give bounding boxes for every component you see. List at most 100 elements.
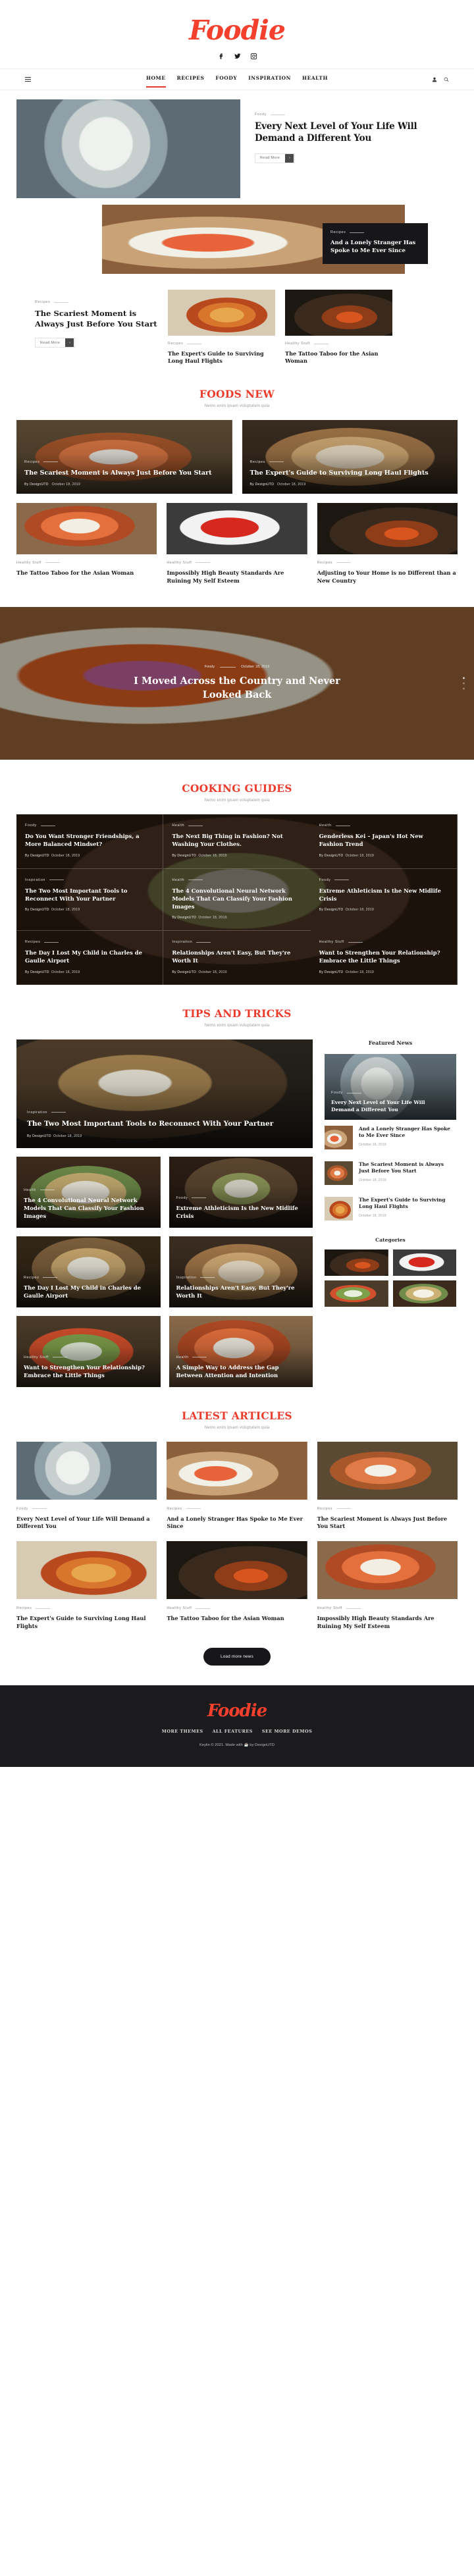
featured-secondary-category[interactable]: Recipes <box>35 300 168 304</box>
big-card-title[interactable]: The Scariest Moment is Always Just Befor… <box>24 469 224 477</box>
foods-new-card[interactable]: Recipes Adjusting to Your Home is no Dif… <box>317 502 458 585</box>
latest-card-image[interactable] <box>167 1441 307 1500</box>
sidebar-item-thumbnail[interactable] <box>325 1125 353 1149</box>
carousel-dots[interactable] <box>463 677 465 690</box>
instagram-icon[interactable] <box>250 52 258 61</box>
cell-category[interactable]: Health <box>319 824 448 828</box>
cooking-guide-cell[interactable]: Inspiration The Two Most Important Tools… <box>16 868 164 932</box>
tip-card[interactable]: Recipes The Day I Lost My Child in Charl… <box>16 1236 161 1307</box>
cell-category[interactable]: Health <box>172 824 302 828</box>
sidebar-item-title[interactable]: The Scariest Moment is Always Just Befor… <box>359 1161 456 1175</box>
featured-main-category[interactable]: Foody <box>255 113 458 117</box>
mini-card[interactable]: Recipes The Expert's Guide to Surviving … <box>168 290 275 365</box>
mini-card-title[interactable]: The Expert's Guide to Surviving Long Hau… <box>168 350 275 365</box>
category-tile[interactable] <box>325 1249 388 1276</box>
tip-card-title[interactable]: Relationships Aren't Easy, But They're W… <box>176 1284 306 1300</box>
latest-card-image[interactable] <box>317 1441 458 1500</box>
sidebar-item-title[interactable]: And a Lonely Stranger Has Spoke to Me Ev… <box>359 1126 456 1140</box>
latest-card-image[interactable] <box>16 1541 157 1600</box>
cell-category[interactable]: Inspiration <box>172 940 302 944</box>
card-image[interactable] <box>167 502 307 554</box>
featured-overlay-card[interactable]: Recipes And a Lonely Stranger Has Spoke … <box>323 223 428 264</box>
card-title[interactable]: Adjusting to Your Home is no Different t… <box>317 569 458 585</box>
cooking-guide-cell[interactable]: Health The Next Big Thing in Fashion? No… <box>163 814 311 869</box>
tips-hero-category[interactable]: Inspiration <box>27 1111 302 1115</box>
card-category[interactable]: Healthy Stuff <box>16 561 157 565</box>
latest-card[interactable]: Recipes And a Lonely Stranger Has Spoke … <box>167 1441 307 1531</box>
cooking-guide-cell[interactable]: Recipes The Day I Lost My Child in Charl… <box>16 931 164 985</box>
latest-card-title[interactable]: And a Lonely Stranger Has Spoke to Me Ev… <box>167 1515 307 1531</box>
featured-main-title[interactable]: Every Next Level of Your Life Will Deman… <box>255 121 458 145</box>
sidebar-item-thumbnail[interactable] <box>325 1161 353 1185</box>
mini-card[interactable]: Healthy Stuff The Tattoo Taboo for the A… <box>285 290 392 365</box>
foods-new-big-card[interactable]: Recipes The Expert's Guide to Surviving … <box>242 419 458 494</box>
tip-card[interactable]: Health The 4 Convolutional Neural Networ… <box>16 1156 161 1228</box>
sidebar-featured-title-text[interactable]: Every Next Level of Your Life Will Deman… <box>331 1099 450 1113</box>
twitter-icon[interactable] <box>233 52 242 61</box>
tip-card[interactable]: Healthy Stuff Want to Strengthen Your Re… <box>16 1315 161 1387</box>
latest-card-category[interactable]: Healthy Stuff <box>317 1606 458 1610</box>
facebook-icon[interactable] <box>217 52 225 61</box>
cooking-guide-cell[interactable]: Foody Extreme Athleticism Is the New Mid… <box>311 868 458 932</box>
tip-card-category[interactable]: Healthy Stuff <box>24 1355 153 1359</box>
cell-title[interactable]: Want to Strengthen Your Relationship? Em… <box>319 949 448 964</box>
latest-card-image[interactable] <box>317 1541 458 1600</box>
nav-item-recipes[interactable]: RECIPES <box>177 75 205 84</box>
card-image[interactable] <box>16 502 157 554</box>
latest-card-category[interactable]: Recipes <box>16 1606 157 1610</box>
footer-logo[interactable]: Foodie <box>0 1702 474 1720</box>
latest-card-image[interactable] <box>16 1441 157 1500</box>
cell-title[interactable]: The 4 Convolutional Neural Network Model… <box>172 887 302 911</box>
latest-card[interactable]: Recipes The Scariest Moment is Always Ju… <box>317 1441 458 1531</box>
big-card-category[interactable]: Recipes <box>250 460 450 464</box>
tip-card-title[interactable]: The Day I Lost My Child in Charles de Ga… <box>24 1284 153 1300</box>
latest-card-category[interactable]: Foody <box>16 1507 157 1511</box>
mini-card-title[interactable]: The Tattoo Taboo for the Asian Woman <box>285 350 392 365</box>
nav-item-health[interactable]: HEALTH <box>302 75 328 84</box>
carousel-dot[interactable] <box>463 687 465 690</box>
foods-new-card[interactable]: Healthy Stuff The Tattoo Taboo for the A… <box>16 502 157 585</box>
cell-title[interactable]: The Two Most Important Tools to Reconnec… <box>25 887 154 903</box>
footer-link-all-features[interactable]: ALL FEATURES <box>213 1729 253 1734</box>
cell-title[interactable]: Do You Want Stronger Friendships, a More… <box>25 832 154 848</box>
cell-title[interactable]: Genderless Kei – Japan's Hot New Fashion… <box>319 832 448 848</box>
sidebar-list-item[interactable]: And a Lonely Stranger Has Spoke to Me Ev… <box>325 1120 456 1155</box>
overlay-card-category[interactable]: Recipes <box>330 230 420 234</box>
tip-card-category[interactable]: Inspiration <box>176 1276 306 1280</box>
mini-card-image[interactable] <box>168 290 275 336</box>
load-more-button[interactable]: Load more news <box>203 1647 271 1666</box>
category-tile[interactable] <box>392 1280 456 1307</box>
latest-card-image[interactable] <box>167 1541 307 1600</box>
sidebar-item-thumbnail[interactable] <box>325 1196 353 1221</box>
featured-main-image[interactable] <box>16 99 240 198</box>
latest-card-title[interactable]: Impossibly High Beauty Standards Are Rui… <box>317 1615 458 1631</box>
latest-card[interactable]: Recipes The Expert's Guide to Surviving … <box>16 1541 157 1631</box>
cell-title[interactable]: The Next Big Thing in Fashion? Not Washi… <box>172 832 302 848</box>
cooking-guide-cell[interactable]: Health Genderless Kei – Japan's Hot New … <box>310 814 458 869</box>
cooking-guide-cell[interactable]: Health The 4 Convolutional Neural Networ… <box>163 869 311 932</box>
footer-link-see-more-demos[interactable]: SEE MORE DEMOS <box>262 1729 312 1734</box>
cell-title[interactable]: Relationships Aren't Easy, But They're W… <box>172 949 302 964</box>
banner-category[interactable]: Foody <box>205 665 215 669</box>
cell-category[interactable]: Inspiration <box>25 878 154 882</box>
sidebar-featured-category[interactable]: Foody <box>331 1091 450 1095</box>
tip-card-title[interactable]: The 4 Convolutional Neural Network Model… <box>24 1197 153 1221</box>
cell-category[interactable]: Recipes <box>25 940 154 944</box>
featured-main-read-more-button[interactable]: Read More › <box>255 153 296 163</box>
latest-card[interactable]: Foody Every Next Level of Your Life Will… <box>16 1441 157 1531</box>
category-tile[interactable] <box>392 1249 456 1276</box>
tip-card[interactable]: Foody Extreme Athleticism Is the New Mid… <box>169 1156 313 1228</box>
sidebar-list-item[interactable]: The Expert's Guide to Surviving Long Hau… <box>325 1191 456 1226</box>
tip-card-category[interactable]: Foody <box>176 1196 306 1200</box>
card-category[interactable]: Recipes <box>317 561 458 565</box>
tip-card-title[interactable]: A Simple Way to Address the Gap Between … <box>176 1364 306 1380</box>
sidebar-item-title[interactable]: The Expert's Guide to Surviving Long Hau… <box>359 1197 456 1211</box>
banner-title[interactable]: I Moved Across the Country and Never Loo… <box>128 675 346 702</box>
nav-item-inspiration[interactable]: INSPIRATION <box>248 75 291 84</box>
foods-new-big-card[interactable]: Recipes The Scariest Moment is Always Ju… <box>16 419 232 494</box>
cell-title[interactable]: Extreme Athleticism Is the New Midlife C… <box>319 887 448 903</box>
big-card-category[interactable]: Recipes <box>24 460 224 464</box>
foods-new-card[interactable]: Healthy Stuff Impossibly High Beauty Sta… <box>167 502 307 585</box>
carousel-dot-active[interactable] <box>463 677 465 679</box>
cooking-guide-cell[interactable]: Foody Do You Want Stronger Friendships, … <box>16 814 164 869</box>
